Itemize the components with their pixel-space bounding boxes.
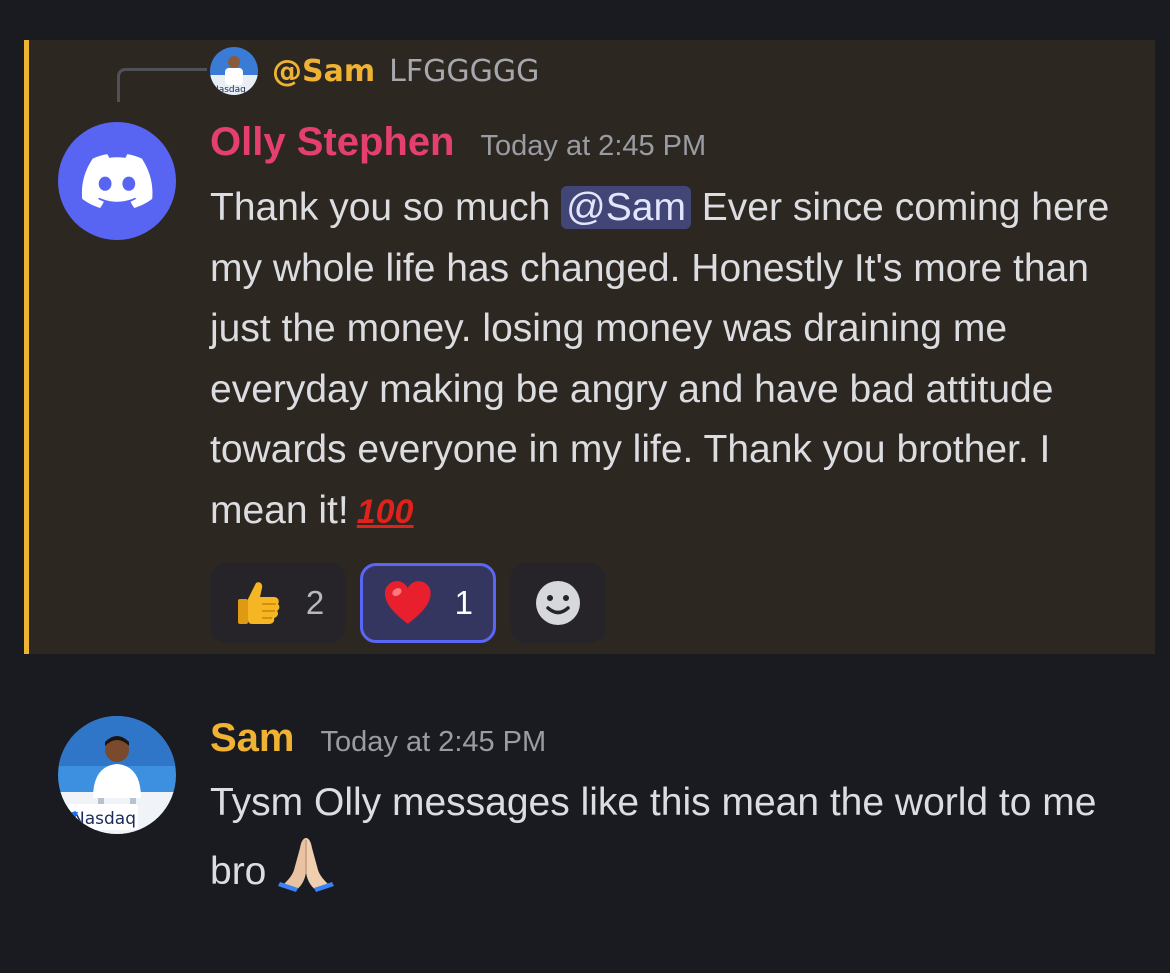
- message-text-sam: Tysm Olly messages like this mean the wo…: [210, 781, 1097, 893]
- add-reaction-button[interactable]: [510, 563, 606, 643]
- reaction-bar: 2 1: [210, 563, 606, 643]
- folded-hands-icon: [276, 834, 336, 911]
- reaction-count-thumbs-up: 2: [305, 584, 325, 621]
- message-header-sam: Sam Today at 2:45 PM: [210, 716, 546, 761]
- thumbs-up-icon: [237, 582, 280, 624]
- red-heart-icon: [384, 581, 431, 624]
- message-content-olly: Thank you so much @Sam Ever since coming…: [210, 178, 1130, 542]
- message-content-sam: Tysm Olly messages like this mean the wo…: [210, 773, 1130, 910]
- reply-avatar-sam[interactable]: Nasdaq: [210, 47, 258, 95]
- message-header-olly: Olly Stephen Today at 2:45 PM: [210, 120, 706, 165]
- reply-connector-line: [117, 68, 207, 102]
- author-name-olly[interactable]: Olly Stephen: [210, 120, 455, 165]
- hundred-points-emoji: 100: [356, 492, 414, 531]
- reaction-heart[interactable]: 1: [360, 563, 496, 643]
- message-timestamp-olly[interactable]: Today at 2:45 PM: [481, 130, 707, 163]
- avatar-olly-stephen[interactable]: [58, 122, 176, 240]
- reply-preview-text[interactable]: LFGGGGG: [389, 54, 539, 89]
- author-name-sam[interactable]: Sam: [210, 716, 295, 761]
- add-reaction-icon: [536, 581, 580, 625]
- avatar-nasdaq-badge: Nasdaq: [212, 85, 246, 95]
- message-text-start: Thank you so much: [210, 186, 562, 229]
- reply-mention[interactable]: @Sam: [272, 54, 375, 89]
- user-mention-sam[interactable]: @Sam: [561, 186, 691, 229]
- reaction-count-heart: 1: [454, 584, 473, 621]
- message-text-rest: Ever since coming here my whole life has…: [210, 186, 1110, 532]
- message-timestamp-sam[interactable]: Today at 2:45 PM: [321, 726, 547, 759]
- avatar-nasdaq-badge: Nasdaq: [72, 809, 136, 829]
- reply-reference[interactable]: Nasdaq @Sam LFGGGGG: [210, 46, 539, 96]
- avatar-sam[interactable]: Nasdaq: [58, 716, 176, 834]
- discord-logo-icon: [81, 154, 153, 208]
- reaction-thumbs-up[interactable]: 2: [210, 563, 346, 643]
